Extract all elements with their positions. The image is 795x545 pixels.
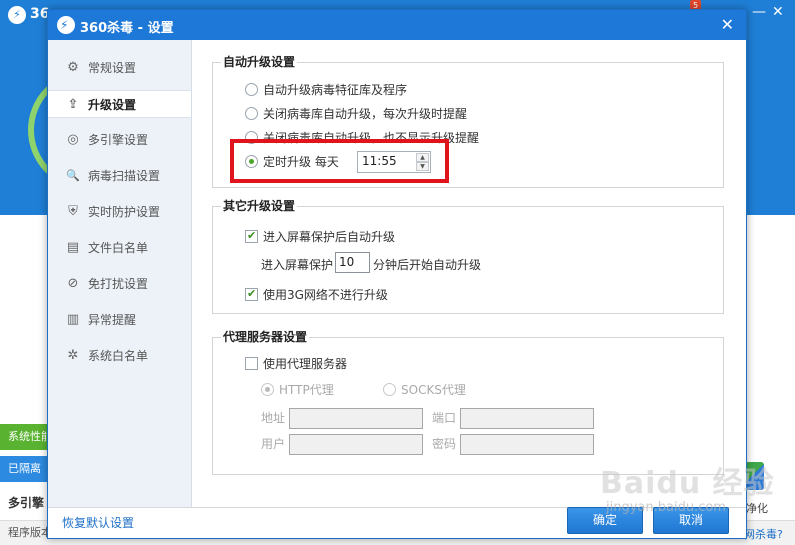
delay-prefix: 进入屏幕保护 — [261, 258, 334, 272]
sidebar-item-realtime-protection[interactable]: ⛨ 实时防护设置 — [48, 198, 191, 226]
gear-icon: ⚙ — [67, 60, 79, 75]
address-label: 地址 — [261, 411, 286, 425]
other-upgrade-title: 其它升级设置 — [221, 199, 298, 213]
sidebar-item-anomaly-alert[interactable]: ▥ 异常提醒 — [48, 306, 191, 334]
sidebar-item-system-whitelist[interactable]: ✲ 系统白名单 — [48, 342, 191, 370]
sidebar-item-label: 系统白名单 — [88, 349, 149, 363]
radio-label: SOCKS代理 — [401, 383, 466, 397]
checkbox — [245, 357, 258, 370]
auto-upgrade-title: 自动升级设置 — [221, 55, 298, 69]
dialog-title-bar: 360杀毒 - 设置 ✕ — [48, 10, 746, 40]
radio-label: 自动升级病毒特征库及程序 — [263, 83, 408, 97]
checkbox-label: 进入屏幕保护后自动升级 — [263, 230, 396, 244]
annotation-highlight — [230, 139, 449, 183]
proxy-user-input[interactable] — [289, 434, 423, 455]
checkbox — [245, 287, 258, 301]
app-logo-icon — [57, 16, 75, 34]
sidebar-item-upgrade[interactable]: ⇪ 升级设置 — [48, 90, 191, 118]
checkbox-label: 使用代理服务器 — [263, 357, 348, 371]
chart-icon: ▥ — [66, 312, 80, 327]
close-icon[interactable]: ✕ — [721, 15, 734, 34]
proxy-address-input[interactable] — [289, 408, 423, 429]
quarantine-bar[interactable]: 已隔离 — [0, 456, 48, 482]
system-performance-bar[interactable]: 系统性能 — [0, 424, 48, 450]
question-link[interactable]: 网杀毒? — [744, 526, 783, 542]
tools-icon: ✲ — [67, 348, 79, 363]
sidebar-item-label: 升级设置 — [88, 98, 137, 112]
delay-minutes-input[interactable]: 10 — [335, 252, 370, 273]
restore-defaults-link[interactable]: 恢复默认设置 — [62, 514, 134, 531]
radio-label: 关闭病毒库自动升级，每次升级时提醒 — [263, 107, 468, 121]
radio-circle — [261, 383, 274, 396]
sidebar-item-label: 多引擎设置 — [88, 133, 149, 147]
search-icon: 🔍 — [66, 169, 80, 182]
main-close-icon[interactable]: ✕ — [772, 4, 784, 20]
sidebar-item-do-not-disturb[interactable]: ⊘ 免打扰设置 — [48, 270, 191, 298]
upgrade-icon: ⇪ — [67, 97, 79, 112]
sidebar-item-label: 免打扰设置 — [88, 277, 149, 291]
port-label: 端口 — [432, 411, 457, 425]
version-label: 程序版本 — [8, 526, 50, 539]
file-icon: ▤ — [66, 240, 80, 255]
proxy-group: 代理服务器设置 使用代理服务器 HTTP代理 SOCKS代理 地址 端口 用户 … — [212, 330, 724, 475]
do-not-disturb-icon: ⊘ — [67, 276, 79, 291]
radio-label: HTTP代理 — [279, 383, 334, 397]
sidebar-item-label: 实时防护设置 — [88, 205, 161, 219]
delay-suffix: 分钟后开始自动升级 — [373, 258, 482, 272]
proxy-password-input[interactable] — [460, 434, 594, 455]
baidu-watermark-url: jingyan.baidu.com — [606, 500, 726, 515]
dialog-title: 360杀毒 - 设置 — [80, 21, 174, 36]
sidebar-item-label: 异常提醒 — [88, 313, 137, 327]
sidebar-item-virus-scan[interactable]: 🔍 病毒扫描设置 — [48, 162, 191, 190]
password-label: 密码 — [432, 437, 457, 451]
main-minimize-icon[interactable]: — — [752, 4, 766, 20]
cleanup-label: 净化 — [746, 502, 768, 515]
radio-circle — [245, 83, 258, 96]
baidu-watermark: Baidu 经验 — [600, 466, 775, 501]
sidebar-item-label: 病毒扫描设置 — [88, 169, 161, 183]
radio-circle — [383, 383, 396, 396]
sidebar-item-label: 文件白名单 — [88, 241, 149, 255]
proxy-port-input[interactable] — [460, 408, 594, 429]
radio-circle — [245, 107, 258, 120]
shield-icon: ⛨ — [68, 204, 78, 219]
main-logo-icon: ⚡ — [8, 6, 26, 24]
user-label: 用户 — [261, 437, 286, 451]
proxy-title: 代理服务器设置 — [221, 330, 310, 344]
sidebar-item-label: 常规设置 — [88, 61, 137, 75]
sidebar-item-general[interactable]: ⚙ 常规设置 — [48, 54, 191, 82]
other-upgrade-group: 其它升级设置 进入屏幕保护后自动升级 进入屏幕保护 10 分钟后开始自动升级 使… — [212, 199, 724, 314]
settings-sidebar: ⚙ 常规设置 ⇪ 升级设置 ◎ 多引擎设置 🔍 病毒扫描设置 ⛨ 实时防护设置 … — [48, 40, 192, 508]
checkbox — [245, 229, 258, 243]
sidebar-item-multi-engine[interactable]: ◎ 多引擎设置 — [48, 126, 191, 154]
engine-label: 多引擎 — [8, 496, 45, 510]
sidebar-item-file-whitelist[interactable]: ▤ 文件白名单 — [48, 234, 191, 262]
engine-icon: ◎ — [67, 132, 79, 147]
checkbox-label: 使用3G网络不进行升级 — [263, 288, 388, 302]
